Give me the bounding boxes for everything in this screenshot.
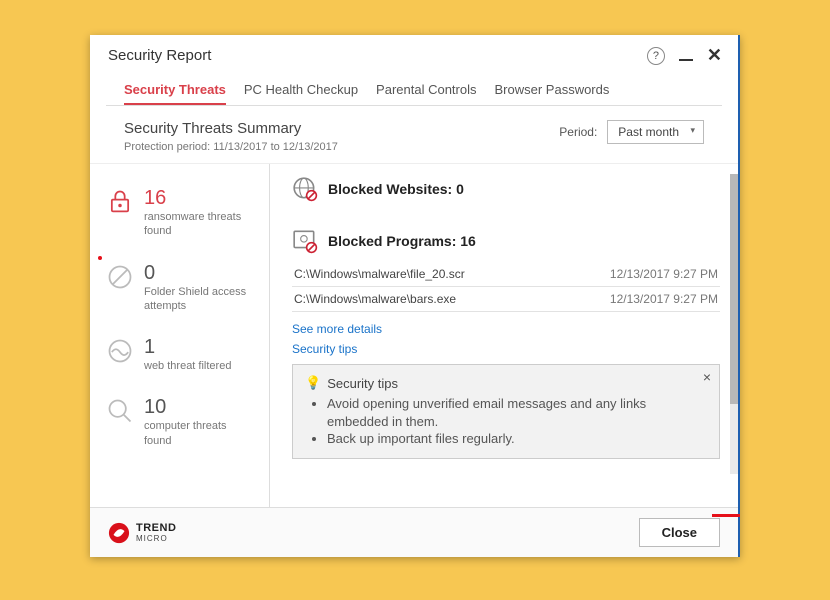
stat-ransomware-count: 16 [144,188,257,208]
stat-ransomware[interactable]: 16 ransomware threats found [90,180,269,255]
wave-icon [106,337,134,365]
help-button[interactable]: ? [647,47,665,65]
tip-item: Back up important files regularly. [327,430,707,448]
footer: TREND MICRO Close [90,507,738,557]
security-report-window: Security Report ? ✕ Security Threats PC … [90,35,740,557]
stat-web-label: web threat filtered [144,359,231,373]
program-path: C:\Windows\malware\file_20.scr [294,267,465,281]
magnifier-icon [106,397,134,425]
period-control: Period: Past month [559,120,704,144]
blocked-program-row[interactable]: C:\Windows\malware\bars.exe 12/13/2017 9… [292,287,720,312]
lightbulb-icon: 💡 [305,375,321,391]
stats-sidebar: 16 ransomware threats found 0 Folder Shi… [90,164,270,507]
period-label: Period: [559,125,597,139]
blocked-websites-header: Blocked Websites: 0 [292,176,720,202]
summary-header: Security Threats Summary Protection peri… [90,106,738,164]
stat-ransomware-label: ransomware threats found [144,210,257,239]
brand-text: TREND MICRO [136,522,176,543]
scrollbar[interactable] [730,174,738,474]
protection-period: Protection period: 11/13/2017 to 12/13/2… [124,141,338,153]
close-window-button[interactable]: ✕ [707,45,722,66]
stat-web-threat[interactable]: 1 web threat filtered [90,329,269,389]
blocked-websites-title: Blocked Websites: 0 [328,181,464,197]
tipbox-title: 💡 Security tips [305,375,707,391]
links-section: See more details Security tips [292,322,720,356]
security-tips-box: × 💡 Security tips Avoid opening unverifi… [292,364,720,459]
tab-browser-passwords[interactable]: Browser Passwords [495,76,610,105]
stat-computer-count: 10 [144,397,257,417]
stat-folder-shield[interactable]: 0 Folder Shield access attempts [90,255,269,330]
period-dropdown[interactable]: Past month [607,120,704,144]
blocked-programs-header: Blocked Programs: 16 [292,228,720,254]
stat-computer-threats[interactable]: 10 computer threats found [90,389,269,464]
tipbox-list: Avoid opening unverified email messages … [305,395,707,448]
shield-icon [106,263,134,291]
blocked-programs-title: Blocked Programs: 16 [328,233,476,249]
content-area: 16 ransomware threats found 0 Folder Shi… [90,164,738,507]
tab-pc-health[interactable]: PC Health Checkup [244,76,358,105]
titlebar: Security Report ? ✕ [90,35,738,74]
lock-icon [106,188,134,216]
see-more-link[interactable]: See more details [292,322,720,336]
trendmicro-logo-icon [108,522,130,544]
tip-item: Avoid opening unverified email messages … [327,395,707,430]
alert-dot-icon [98,256,102,260]
decorative-edge [712,514,740,517]
window-title: Security Report [108,47,211,64]
program-time: 12/13/2017 9:27 PM [610,292,718,306]
tab-security-threats[interactable]: Security Threats [124,76,226,105]
stat-web-count: 1 [144,337,231,357]
stat-folder-label: Folder Shield access attempts [144,285,257,314]
stat-computer-label: computer threats found [144,419,257,448]
tipbox-close-button[interactable]: × [703,369,711,385]
brand-logo: TREND MICRO [108,522,176,544]
program-path: C:\Windows\malware\bars.exe [294,292,456,306]
summary-title: Security Threats Summary [124,120,338,137]
window-controls: ? ✕ [647,45,722,66]
tab-bar: Security Threats PC Health Checkup Paren… [106,74,722,106]
main-panel: Blocked Websites: 0 Blocked Programs: 16… [270,164,738,507]
tab-parental-controls[interactable]: Parental Controls [376,76,476,105]
program-blocked-icon [292,228,318,254]
minimize-button[interactable] [679,59,693,61]
globe-blocked-icon [292,176,318,202]
scrollbar-thumb[interactable] [730,174,738,404]
stat-folder-count: 0 [144,263,257,283]
blocked-program-row[interactable]: C:\Windows\malware\file_20.scr 12/13/201… [292,262,720,287]
security-tips-link[interactable]: Security tips [292,342,720,356]
program-time: 12/13/2017 9:27 PM [610,267,718,281]
close-button[interactable]: Close [639,518,720,547]
